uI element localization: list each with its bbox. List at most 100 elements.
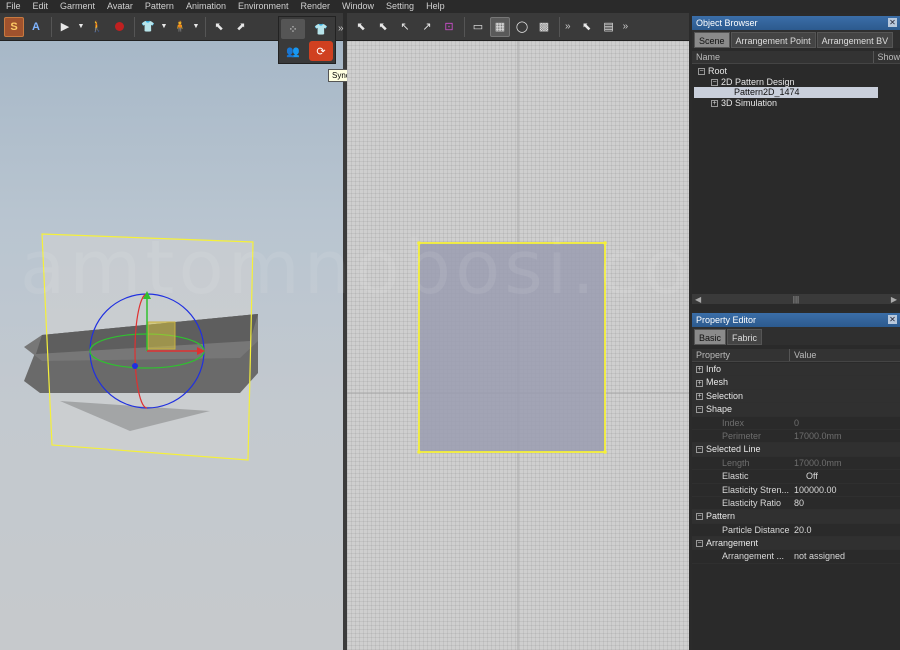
property-row[interactable]: Length 17000.0mm [692, 457, 900, 471]
grid-icon[interactable]: ▦ [490, 16, 510, 37]
select-icon[interactable]: ⬉ [209, 17, 229, 37]
viewport-3d[interactable] [0, 41, 343, 650]
property-row[interactable]: Elastic Off [692, 470, 900, 484]
ellipse-icon[interactable]: ◯ [512, 17, 532, 37]
points-icon[interactable]: ⁘ [281, 19, 305, 39]
select-icon[interactable]: ⬉ [351, 17, 371, 37]
tab-arrangement-bv[interactable]: Arrangement BV [816, 32, 894, 48]
menu-item-garment[interactable]: Garment [60, 0, 95, 13]
gizmo-plane-handle[interactable] [147, 321, 176, 350]
arrange-icon[interactable]: ⬉ [577, 17, 597, 37]
menu-item-animation[interactable]: Animation [186, 0, 226, 13]
transform-icon[interactable]: ⬉ [373, 17, 393, 37]
property-category[interactable]: + Mesh [692, 376, 900, 390]
column-show[interactable]: Show [874, 51, 900, 63]
dropdown-arrow-icon[interactable]: ▼ [192, 17, 200, 37]
pattern-vertex[interactable] [417, 450, 421, 454]
sync-icon[interactable]: ⟳ [309, 41, 333, 61]
horizontal-scrollbar[interactable]: ◀ ||| ▶ [692, 294, 900, 304]
collapse-icon[interactable]: − [696, 446, 703, 454]
menu-item-edit[interactable]: Edit [33, 0, 49, 13]
scroll-left-icon[interactable]: ◀ [695, 295, 701, 304]
menu-item-file[interactable]: File [6, 0, 21, 13]
play-icon[interactable]: ▶ [55, 17, 75, 37]
menu-item-environment[interactable]: Environment [238, 0, 289, 13]
column-value[interactable]: Value [790, 349, 816, 361]
property-row[interactable]: Arrangement ... not assigned [692, 550, 900, 564]
expand-icon[interactable]: + [696, 379, 703, 387]
scroll-right-icon[interactable]: ▶ [891, 295, 897, 304]
avatar-icon[interactable]: 🧍 [170, 17, 190, 37]
rectangle-icon[interactable]: ▭ [468, 17, 488, 37]
record-icon[interactable] [109, 17, 129, 37]
more-tools-icon[interactable]: » [623, 21, 629, 32]
tree-item-label: 3D Simulation [721, 97, 778, 108]
property-value[interactable]: 80 [790, 497, 900, 509]
menu-item-window[interactable]: Window [342, 0, 374, 13]
property-row[interactable]: Particle Distance 20.0 [692, 524, 900, 538]
tab-arrangement-point[interactable]: Arrangement Point [730, 32, 816, 48]
collapse-icon[interactable]: − [698, 68, 705, 76]
property-row[interactable]: Perimeter 17000.0mm [692, 430, 900, 444]
property-category[interactable]: + Selection [692, 389, 900, 404]
tshirt-icon[interactable]: 👕 [138, 17, 158, 37]
property-value[interactable]: Off [790, 470, 900, 482]
gizmo-center[interactable] [132, 363, 138, 369]
shirt-fold-icon[interactable]: 👕 [309, 19, 333, 39]
menu-item-help[interactable]: Help [426, 0, 445, 13]
property-category[interactable]: − Arrangement [692, 537, 900, 551]
layout-icon[interactable]: ▤ [599, 17, 619, 37]
collapse-icon[interactable]: − [711, 78, 718, 86]
texture-icon[interactable]: ▩ [534, 17, 554, 37]
tree-item[interactable]: Pattern2D_1474 [694, 87, 878, 98]
simulation-mode-button[interactable]: S [4, 16, 24, 37]
tree-item[interactable]: −2D Pattern Design [692, 77, 900, 88]
scroll-thumb[interactable]: ||| [793, 295, 799, 304]
tree-item[interactable]: − Root [692, 66, 900, 77]
expand-icon[interactable]: + [696, 392, 703, 400]
edit-point-icon[interactable]: ↖ [395, 17, 415, 37]
close-icon[interactable]: ✕ [888, 315, 897, 324]
tab-basic[interactable]: Basic [694, 329, 727, 345]
walk-icon[interactable]: 🚶 [87, 17, 107, 37]
menu-item-pattern[interactable]: Pattern [145, 0, 174, 13]
property-key-label: Perimeter [722, 430, 762, 441]
dropdown-arrow-icon[interactable]: ▼ [160, 17, 168, 37]
property-category[interactable]: − Pattern [692, 510, 900, 524]
property-value[interactable]: 20.0 [790, 524, 900, 536]
edit-curve-icon[interactable]: ↗ [417, 17, 437, 37]
more-tools-icon[interactable]: » [338, 23, 344, 34]
collapse-icon[interactable]: − [696, 513, 703, 521]
collapse-icon[interactable]: − [696, 406, 703, 414]
column-property[interactable]: Property [692, 349, 790, 361]
menu-item-setting[interactable]: Setting [386, 0, 414, 13]
couple-icon[interactable]: 👥 [281, 41, 305, 61]
property-key-label: Shape [706, 404, 733, 415]
pattern-vertex[interactable] [603, 450, 607, 454]
tree-item[interactable]: +3D Simulation [692, 98, 900, 109]
menu-item-avatar[interactable]: Avatar [107, 0, 133, 13]
property-value[interactable]: not assigned [790, 550, 900, 562]
viewport-2d[interactable] [347, 41, 689, 650]
property-value[interactable]: 100000.00 [790, 484, 900, 496]
property-category[interactable]: − Shape [692, 403, 900, 417]
watermark: amtomnobosi.com [20, 225, 769, 311]
property-row[interactable]: Elasticity Ratio 80 [692, 497, 900, 511]
tab-fabric[interactable]: Fabric [727, 329, 763, 345]
property-row[interactable]: Elasticity Stren... 100000.00 [692, 484, 900, 497]
move-icon[interactable]: ⬈ [231, 17, 251, 37]
more-tools-icon[interactable]: » [565, 21, 571, 32]
column-name[interactable]: Name [692, 51, 875, 63]
expand-icon[interactable]: + [711, 99, 718, 107]
tab-scene[interactable]: Scene [694, 32, 730, 48]
collapse-icon[interactable]: − [696, 540, 703, 548]
expand-icon[interactable]: + [696, 366, 703, 374]
property-row[interactable]: Index 0 [692, 417, 900, 430]
menu-item-render[interactable]: Render [301, 0, 331, 13]
animation-mode-button[interactable]: A [26, 17, 46, 37]
add-point-icon[interactable]: ⊡ [439, 17, 459, 37]
property-category[interactable]: − Selected Line [692, 443, 900, 457]
property-category[interactable]: + Info [692, 363, 900, 377]
dropdown-arrow-icon[interactable]: ▼ [77, 17, 85, 37]
close-icon[interactable]: ✕ [888, 18, 897, 27]
